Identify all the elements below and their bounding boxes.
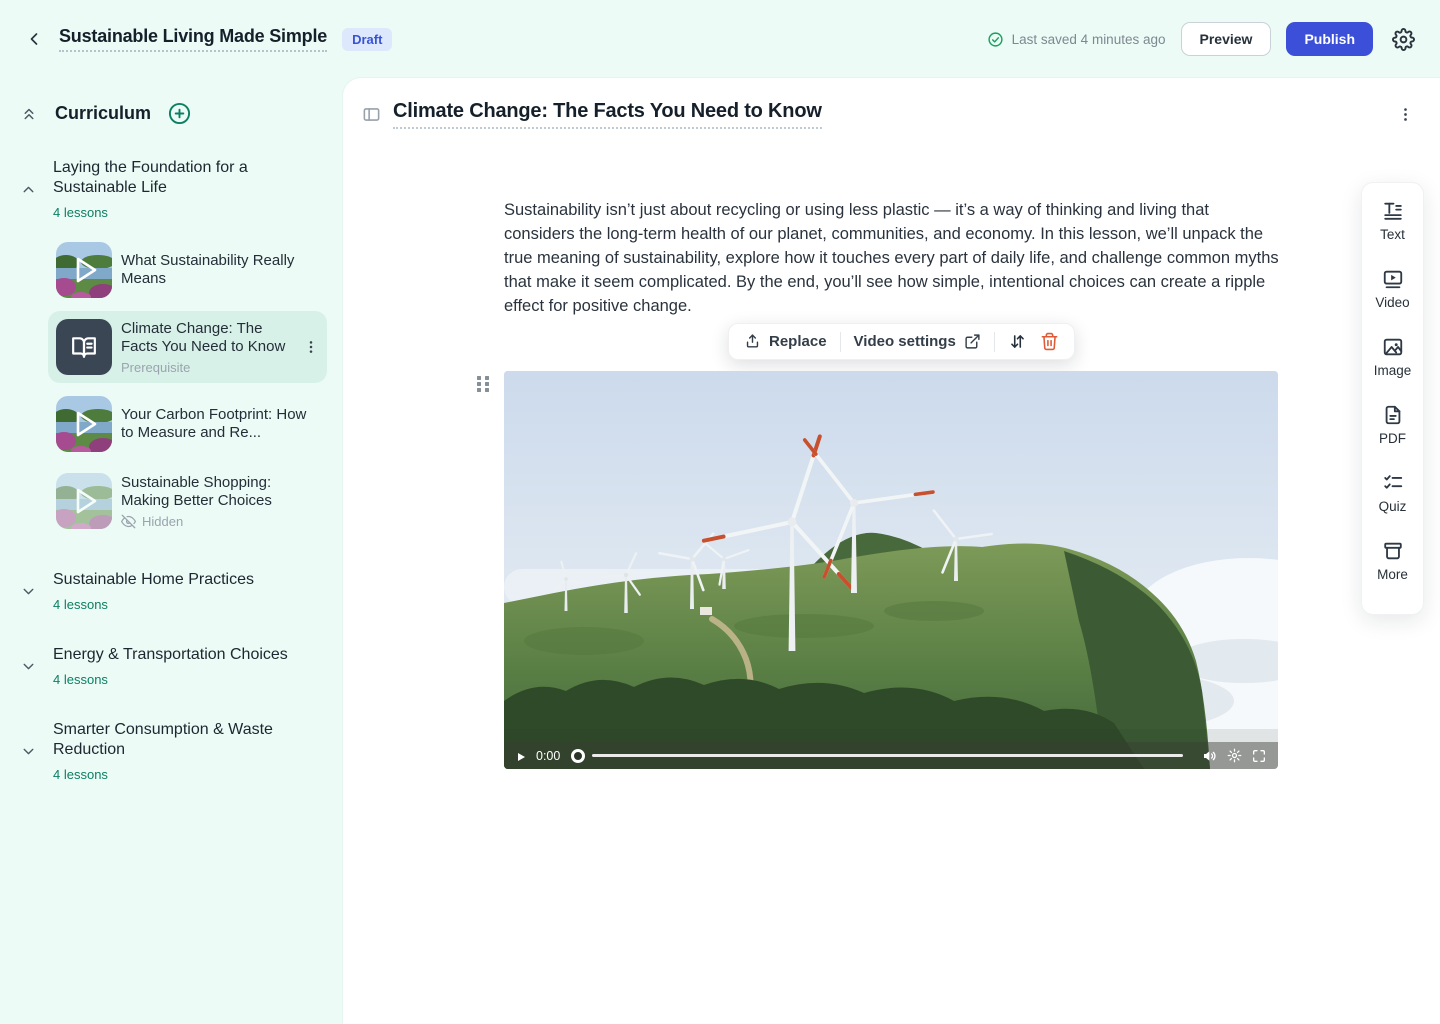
gear-icon[interactable] — [1392, 28, 1415, 51]
video-icon — [1382, 268, 1404, 290]
status-badge: Draft — [342, 28, 392, 51]
lesson-page-title[interactable]: Climate Change: The Facts You Need to Kn… — [393, 100, 822, 129]
video-thumbnail — [56, 473, 112, 529]
video-controls-bar: 0:00 — [504, 742, 1278, 769]
curriculum-section: Smarter Consumption & Waste Reduction 4 … — [16, 720, 327, 782]
video-time: 0:00 — [536, 749, 560, 763]
lesson-item[interactable]: Your Carbon Footprint: How to Measure an… — [48, 388, 327, 460]
curriculum-sidebar: Curriculum Laying the Foundation for a S… — [0, 78, 343, 1024]
section-lesson-count: 4 lessons — [53, 205, 288, 220]
publish-button[interactable]: Publish — [1286, 22, 1373, 56]
video-settings-button[interactable]: Video settings — [854, 333, 981, 350]
toolbar-divider — [994, 332, 995, 352]
replace-button[interactable]: Replace — [744, 333, 827, 350]
lesson-intro-paragraph[interactable]: Sustainability isn’t just about recyclin… — [504, 198, 1283, 318]
curriculum-section: Laying the Foundation for a Sustainable … — [16, 158, 327, 537]
section-lesson-count: 4 lessons — [53, 672, 288, 687]
tool-more[interactable]: More — [1362, 540, 1423, 608]
external-link-icon — [964, 333, 981, 350]
tool-text[interactable]: Text — [1362, 200, 1423, 268]
lesson-hidden-status: Hidden — [121, 514, 319, 529]
fullscreen-icon[interactable] — [1251, 748, 1267, 764]
lesson-item[interactable]: What Sustainability Really Means — [48, 234, 327, 306]
section-header[interactable]: Energy & Transportation Choices 4 lesson… — [16, 645, 327, 687]
chevron-down-icon[interactable] — [20, 583, 37, 600]
lesson-menu-kebab-icon[interactable] — [1397, 106, 1414, 123]
video-thumbnail — [56, 242, 112, 298]
section-title: Smarter Consumption & Waste Reduction — [53, 720, 288, 760]
pdf-file-icon — [1382, 404, 1404, 426]
section-header[interactable]: Sustainable Home Practices 4 lessons — [16, 570, 327, 612]
play-icon[interactable] — [515, 750, 527, 762]
quiz-checklist-icon — [1382, 472, 1404, 494]
trash-icon[interactable] — [1040, 332, 1059, 351]
section-header[interactable]: Smarter Consumption & Waste Reduction 4 … — [16, 720, 327, 782]
toolbar-divider — [840, 332, 841, 352]
lesson-header: Climate Change: The Facts You Need to Kn… — [362, 100, 1414, 129]
video-frame-wind-turbines — [504, 371, 1278, 769]
player-settings-gear-icon[interactable] — [1227, 748, 1242, 763]
image-icon — [1382, 336, 1404, 358]
text-icon — [1382, 200, 1404, 222]
save-status-text: Last saved 4 minutes ago — [1012, 32, 1166, 47]
curriculum-section: Sustainable Home Practices 4 lessons — [16, 570, 327, 612]
tool-pdf[interactable]: PDF — [1362, 404, 1423, 472]
section-title: Energy & Transportation Choices — [53, 645, 288, 665]
scrubber-thumb[interactable] — [571, 749, 585, 763]
video-player[interactable]: 0:00 — [504, 371, 1278, 769]
more-archive-icon — [1382, 540, 1404, 562]
sidebar-toggle-icon[interactable] — [362, 105, 381, 124]
lesson-title: Your Carbon Footprint: How to Measure an… — [121, 406, 319, 443]
lesson-editor-card: Climate Change: The Facts You Need to Kn… — [343, 78, 1440, 1024]
tool-image[interactable]: Image — [1362, 336, 1423, 404]
section-lesson-count: 4 lessons — [53, 597, 254, 612]
video-block-toolbar: Replace Video settings — [728, 323, 1075, 360]
progress-bar[interactable] — [592, 754, 1183, 757]
curriculum-section: Energy & Transportation Choices 4 lesson… — [16, 645, 327, 687]
lesson-title: Climate Change: The Facts You Need to Kn… — [121, 320, 294, 357]
eye-off-icon — [121, 514, 136, 529]
lesson-subtitle: Prerequisite — [121, 360, 294, 375]
topbar: Sustainable Living Made Simple Draft Las… — [0, 0, 1440, 78]
lesson-title: What Sustainability Really Means — [121, 252, 319, 289]
section-title: Sustainable Home Practices — [53, 570, 254, 590]
video-thumbnail — [56, 396, 112, 452]
lesson-item-hidden[interactable]: Sustainable Shopping: Making Better Choi… — [48, 465, 327, 537]
lesson-list: What Sustainability Really Means Climate… — [48, 234, 327, 537]
insert-element-toolbar: Text Video Image PDF Quiz More — [1361, 182, 1424, 615]
chevron-up-icon[interactable] — [20, 181, 37, 198]
back-icon[interactable] — [24, 29, 44, 49]
tool-video[interactable]: Video — [1362, 268, 1423, 336]
section-header[interactable]: Laying the Foundation for a Sustainable … — [16, 158, 327, 220]
tool-quiz[interactable]: Quiz — [1362, 472, 1423, 540]
volume-icon[interactable] — [1202, 748, 1218, 764]
upload-icon — [744, 333, 761, 350]
section-lesson-count: 4 lessons — [53, 767, 288, 782]
kebab-menu-icon[interactable] — [303, 339, 319, 355]
curriculum-header: Curriculum — [16, 102, 327, 125]
section-title: Laying the Foundation for a Sustainable … — [53, 158, 288, 198]
preview-button[interactable]: Preview — [1181, 22, 1272, 56]
curriculum-title: Curriculum — [55, 103, 151, 124]
save-status: Last saved 4 minutes ago — [987, 31, 1166, 48]
add-section-icon[interactable] — [168, 102, 191, 125]
reorder-icon[interactable] — [1008, 332, 1027, 351]
lesson-item-selected[interactable]: Climate Change: The Facts You Need to Kn… — [48, 311, 327, 383]
chevron-down-icon[interactable] — [20, 658, 37, 675]
check-circle-icon — [987, 31, 1004, 48]
lesson-title: Sustainable Shopping: Making Better Choi… — [121, 474, 319, 511]
course-title[interactable]: Sustainable Living Made Simple — [59, 26, 327, 52]
reading-lesson-tile — [56, 319, 112, 375]
drag-handle-icon[interactable] — [476, 375, 490, 393]
chevron-down-icon[interactable] — [20, 743, 37, 760]
collapse-all-icon[interactable] — [20, 105, 38, 123]
